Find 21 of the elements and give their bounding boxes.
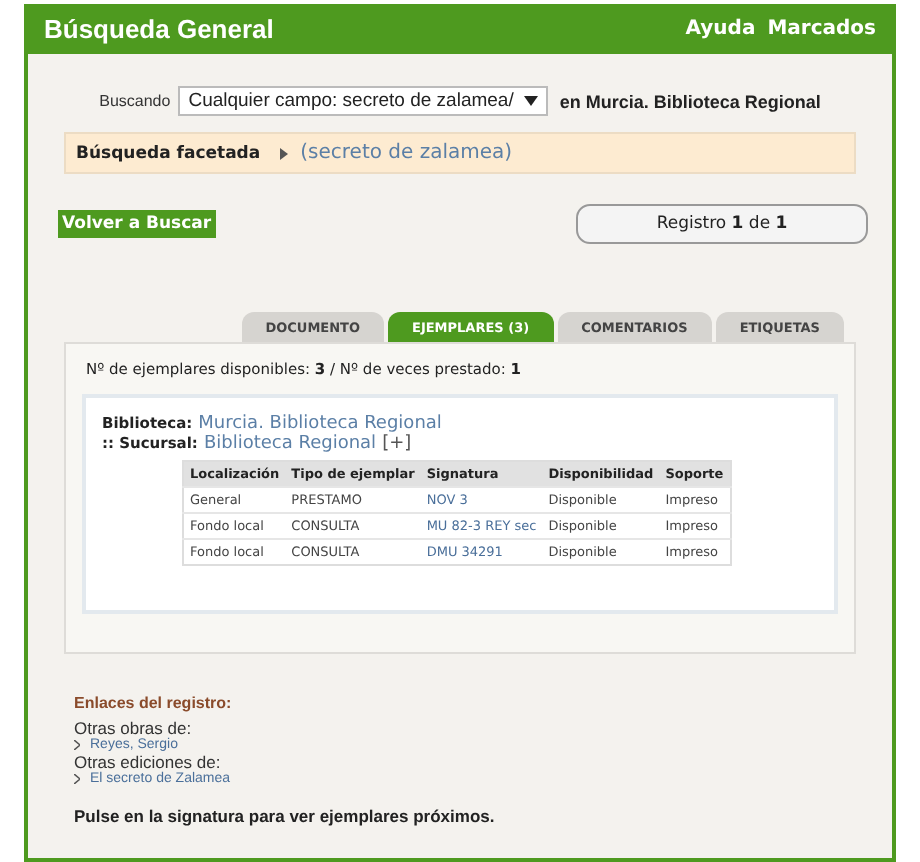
- chevron-icon: [74, 740, 80, 750]
- header-link[interactable]: Ayuda: [685, 18, 756, 40]
- branch-link[interactable]: Biblioteca Regional: [203, 434, 377, 454]
- footer-note: Pulse en la signatura para ver ejemplares próximos.: [72, 806, 497, 826]
- faceted-search-label: Búsqueda facetada: [76, 143, 261, 163]
- search-scope: en Murcia. Biblioteca Regional: [559, 91, 821, 111]
- record-counter: Registro 1 de 1: [656, 214, 788, 234]
- facet-link[interactable]: (secreto de zalamea): [300, 142, 513, 164]
- expand-link[interactable]: [+]: [382, 434, 412, 454]
- links-heading: Otras ediciones de:: [74, 752, 223, 772]
- back-to-search-button[interactable]: Volver a Buscar: [58, 210, 216, 238]
- chevron-icon: [74, 774, 80, 784]
- dropdown-caret-icon: [523, 96, 538, 106]
- library-link[interactable]: Murcia. Biblioteca Regional: [198, 414, 442, 434]
- page-title: Búsqueda General: [44, 14, 274, 44]
- triangle-icon: [280, 147, 289, 159]
- record-links-title: Enlaces del registro:: [74, 694, 234, 712]
- header-link[interactable]: Marcados: [767, 18, 876, 40]
- search-dropdown[interactable]: Cualquier campo: secreto de zalamea/: [178, 86, 548, 116]
- links-heading: Otras obras de:: [74, 718, 194, 738]
- search-label: Buscando: [99, 92, 171, 110]
